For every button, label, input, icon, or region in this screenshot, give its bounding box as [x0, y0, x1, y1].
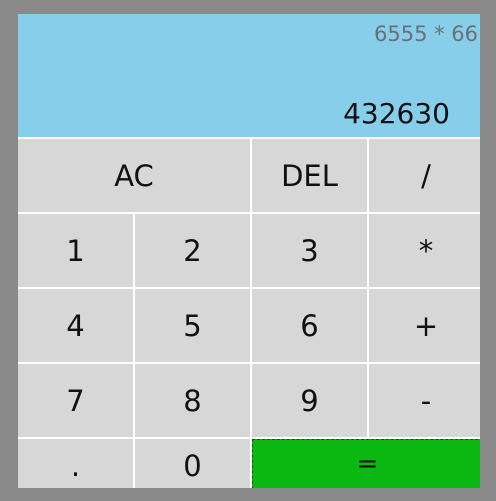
keypad: AC DEL / 1 2 3 * 4 5 6 + 7 8 9 - . 0 =: [18, 137, 480, 488]
plus-button[interactable]: +: [369, 289, 480, 362]
equals-button[interactable]: =: [252, 439, 480, 488]
digit-8-button[interactable]: 8: [135, 364, 250, 437]
digit-9-button[interactable]: 9: [252, 364, 367, 437]
digit-7-button[interactable]: 7: [18, 364, 133, 437]
divide-button[interactable]: /: [369, 139, 480, 212]
delete-button[interactable]: DEL: [252, 139, 367, 212]
digit-6-button[interactable]: 6: [252, 289, 367, 362]
digit-5-button[interactable]: 5: [135, 289, 250, 362]
display-panel: 6555 * 66 432630: [18, 14, 480, 137]
result-text: 432630: [343, 97, 450, 130]
clear-all-button[interactable]: AC: [18, 139, 250, 212]
digit-2-button[interactable]: 2: [135, 214, 250, 287]
multiply-button[interactable]: *: [369, 214, 480, 287]
digit-1-button[interactable]: 1: [18, 214, 133, 287]
minus-button[interactable]: -: [369, 364, 480, 437]
calculator: 6555 * 66 432630 AC DEL / 1 2 3 * 4 5 6 …: [18, 14, 480, 488]
digit-0-button[interactable]: 0: [135, 439, 250, 488]
digit-3-button[interactable]: 3: [252, 214, 367, 287]
expression-text: 6555 * 66: [373, 22, 478, 46]
digit-4-button[interactable]: 4: [18, 289, 133, 362]
decimal-point-button[interactable]: .: [18, 439, 133, 488]
